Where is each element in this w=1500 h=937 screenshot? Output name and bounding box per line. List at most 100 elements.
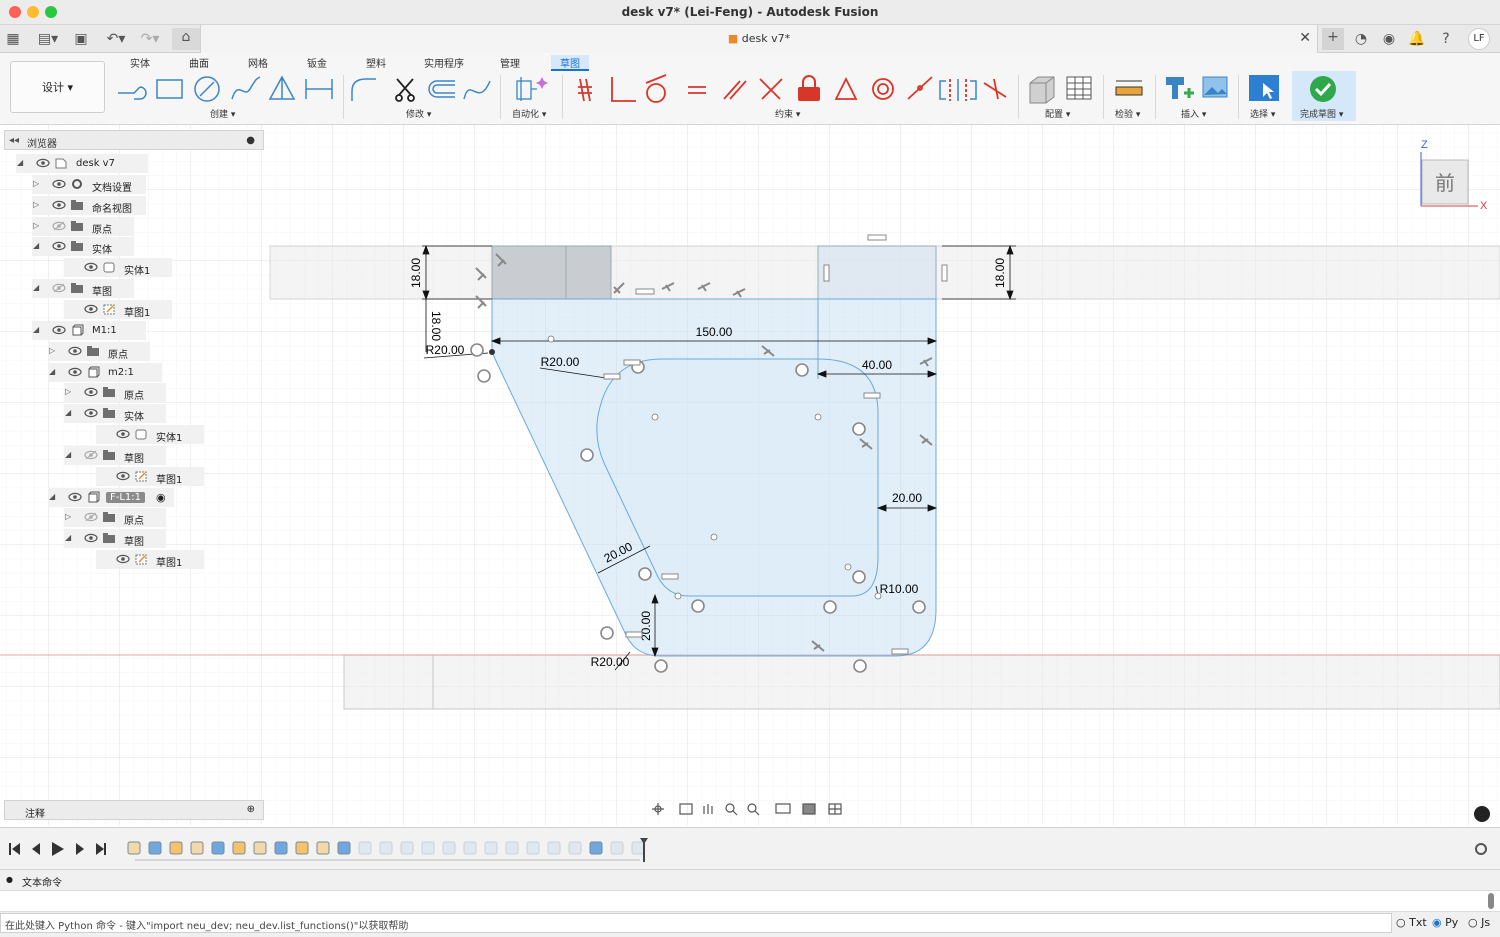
selected-face-left[interactable] — [491, 245, 612, 300]
look-at-icon[interactable] — [679, 803, 693, 815]
circle-tool-icon[interactable] — [194, 76, 220, 102]
dimension-150[interactable]: 150.00 — [696, 325, 733, 339]
timeline-feature-icon[interactable] — [547, 841, 561, 855]
collapsed-arrow-icon[interactable]: ▷ — [33, 200, 39, 209]
browser-tree-item[interactable]: ▷ 命名视图 — [32, 196, 146, 215]
insert-image-icon[interactable] — [1202, 76, 1228, 98]
select-tool-icon[interactable] — [1249, 75, 1279, 101]
visibility-hidden-icon[interactable] — [52, 221, 66, 231]
notes-add-icon[interactable]: ⊕ — [247, 804, 255, 815]
automate-tool-icon[interactable] — [516, 77, 537, 101]
configure-table-icon[interactable] — [1066, 76, 1092, 100]
radius-20-inner[interactable]: R20.00 — [541, 355, 580, 369]
fit-icon[interactable] — [747, 803, 760, 816]
triangle-constraint-icon[interactable] — [834, 76, 858, 100]
timeline-feature-icon[interactable] — [316, 841, 330, 855]
timeline-last-icon[interactable] — [96, 843, 106, 855]
user-avatar[interactable]: LF — [1468, 28, 1490, 50]
fix-constraint-lock-icon[interactable] — [798, 75, 820, 101]
new-tab-icon[interactable]: + — [1322, 28, 1344, 50]
timeline-feature-icon[interactable] — [484, 841, 498, 855]
dimension-40[interactable]: 40.00 — [862, 358, 892, 372]
grid-menu-icon[interactable]: ▦ — [4, 30, 22, 48]
python-command-input[interactable]: 在此处键入 Python 命令 - 键入"import neu_dev; neu… — [0, 913, 1392, 933]
browser-tree-item[interactable]: ▷ 原点 — [48, 342, 150, 361]
coincident-constraint-icon[interactable] — [578, 78, 592, 102]
visibility-hidden-icon[interactable] — [84, 450, 98, 460]
mode-txt-radio[interactable]: ○ Txt — [1396, 916, 1427, 929]
visibility-eye-icon[interactable] — [68, 367, 82, 377]
timeline-feature-icon[interactable] — [211, 841, 225, 855]
browser-tree-item[interactable]: 草图1 — [96, 467, 204, 486]
tangent-constraint-icon[interactable] — [645, 74, 667, 103]
visibility-eye-icon[interactable] — [68, 346, 82, 356]
curvature-constraint-icon[interactable] — [983, 78, 1007, 100]
timeline-feature-icon[interactable] — [421, 841, 435, 855]
browser-tree-item[interactable]: ◢ desk v7 — [16, 154, 148, 173]
mode-js-radio[interactable]: ○ Js — [1468, 916, 1490, 929]
dimension-18-right[interactable]: 18.00 — [993, 258, 1007, 288]
equal-constraint-icon[interactable] — [688, 86, 706, 94]
job-status-icon[interactable]: ◉ — [1380, 30, 1398, 48]
face-right[interactable] — [817, 245, 937, 300]
modify-group-label[interactable]: 修改 ▾ — [406, 107, 431, 120]
timeline-feature-icon[interactable] — [568, 841, 582, 855]
browser-pin-icon[interactable]: ● — [246, 135, 255, 146]
automate-group-label[interactable]: 自动化 ▾ — [512, 107, 546, 120]
browser-tree-item[interactable]: ◢ M1:1 — [32, 321, 146, 340]
notifications-icon[interactable]: 🔔 — [1408, 30, 1426, 48]
view-cube[interactable]: Z X 前 — [1410, 138, 1490, 213]
configure-box-icon[interactable] — [1029, 76, 1055, 104]
visibility-eye-icon[interactable] — [116, 429, 130, 439]
create-group-label[interactable]: 创建 ▾ — [210, 107, 235, 120]
expanded-arrow-icon[interactable]: ◢ — [33, 283, 39, 292]
browser-tree-item[interactable]: ▷ 文档设置 — [32, 175, 146, 194]
home-icon[interactable]: ⌂ — [172, 28, 200, 50]
browser-tree-item[interactable]: ◢ F-L1:1 ◉ — [48, 488, 174, 507]
close-tab-icon[interactable]: ✕ — [1299, 30, 1311, 46]
rectangle-tool-icon[interactable] — [156, 79, 183, 99]
browser-tree-item[interactable]: ◢ 实体 — [32, 237, 134, 256]
timeline-feature-icon[interactable] — [148, 841, 162, 855]
radius-20-bottom[interactable]: R20.00 — [591, 655, 630, 669]
text-command-scrollbar[interactable] — [1488, 893, 1494, 909]
visibility-eye-icon[interactable] — [116, 554, 130, 564]
timeline-features[interactable] — [127, 841, 645, 855]
expanded-arrow-icon[interactable]: ◢ — [33, 241, 39, 250]
perpendicular-constraint-icon[interactable] — [611, 77, 636, 102]
inspect-group-label[interactable]: 检验 ▾ — [1115, 107, 1140, 120]
redo-icon[interactable]: ↷▾ — [136, 30, 164, 48]
timeline-feature-icon[interactable] — [610, 841, 624, 855]
expanded-arrow-icon[interactable]: ◢ — [17, 158, 23, 167]
collapse-browser-icon[interactable]: ◂◂ — [9, 135, 19, 146]
save-icon[interactable]: ▣ — [72, 30, 90, 48]
timeline-next-icon[interactable] — [76, 843, 84, 855]
help-icon[interactable]: ? — [1437, 30, 1455, 48]
activate-radio-icon[interactable]: ◉ — [156, 491, 166, 504]
spline-tool-icon[interactable] — [231, 76, 261, 100]
insert-group-label[interactable]: 插入 ▾ — [1181, 107, 1206, 120]
visual-style-icon[interactable] — [802, 803, 816, 815]
comment-icon[interactable] — [1474, 806, 1490, 822]
timeline-play-icon[interactable] — [52, 842, 64, 856]
dimension-18-left[interactable]: 18.00 — [409, 258, 423, 288]
view-cube-front-face[interactable]: 前 — [1435, 172, 1455, 195]
timeline-feature-icon[interactable] — [232, 841, 246, 855]
visibility-hidden-icon[interactable] — [84, 512, 98, 522]
configure-group-label[interactable]: 配置 ▾ — [1045, 107, 1070, 120]
timeline-prev-icon[interactable] — [32, 843, 40, 855]
timeline-feature-icon[interactable] — [274, 841, 288, 855]
file-menu-icon[interactable]: ▤▾ — [34, 30, 62, 48]
browser-tree-item[interactable]: ◢ 草图 — [64, 446, 166, 465]
browser-header[interactable]: ◂◂ 浏览器 ● — [4, 130, 264, 150]
browser-tree-item[interactable]: ◢ 草图 — [64, 529, 166, 548]
timeline-feature-icon[interactable] — [127, 841, 141, 855]
timeline-settings-icon[interactable] — [1475, 843, 1487, 855]
expanded-arrow-icon[interactable]: ◢ — [49, 367, 55, 376]
collapsed-arrow-icon[interactable]: ▷ — [49, 346, 55, 355]
timeline-feature-icon[interactable] — [526, 841, 540, 855]
collapsed-arrow-icon[interactable]: ▷ — [33, 179, 39, 188]
display-settings-icon[interactable] — [775, 803, 791, 814]
timeline-feature-icon[interactable] — [400, 841, 414, 855]
visibility-eye-icon[interactable] — [84, 408, 98, 418]
